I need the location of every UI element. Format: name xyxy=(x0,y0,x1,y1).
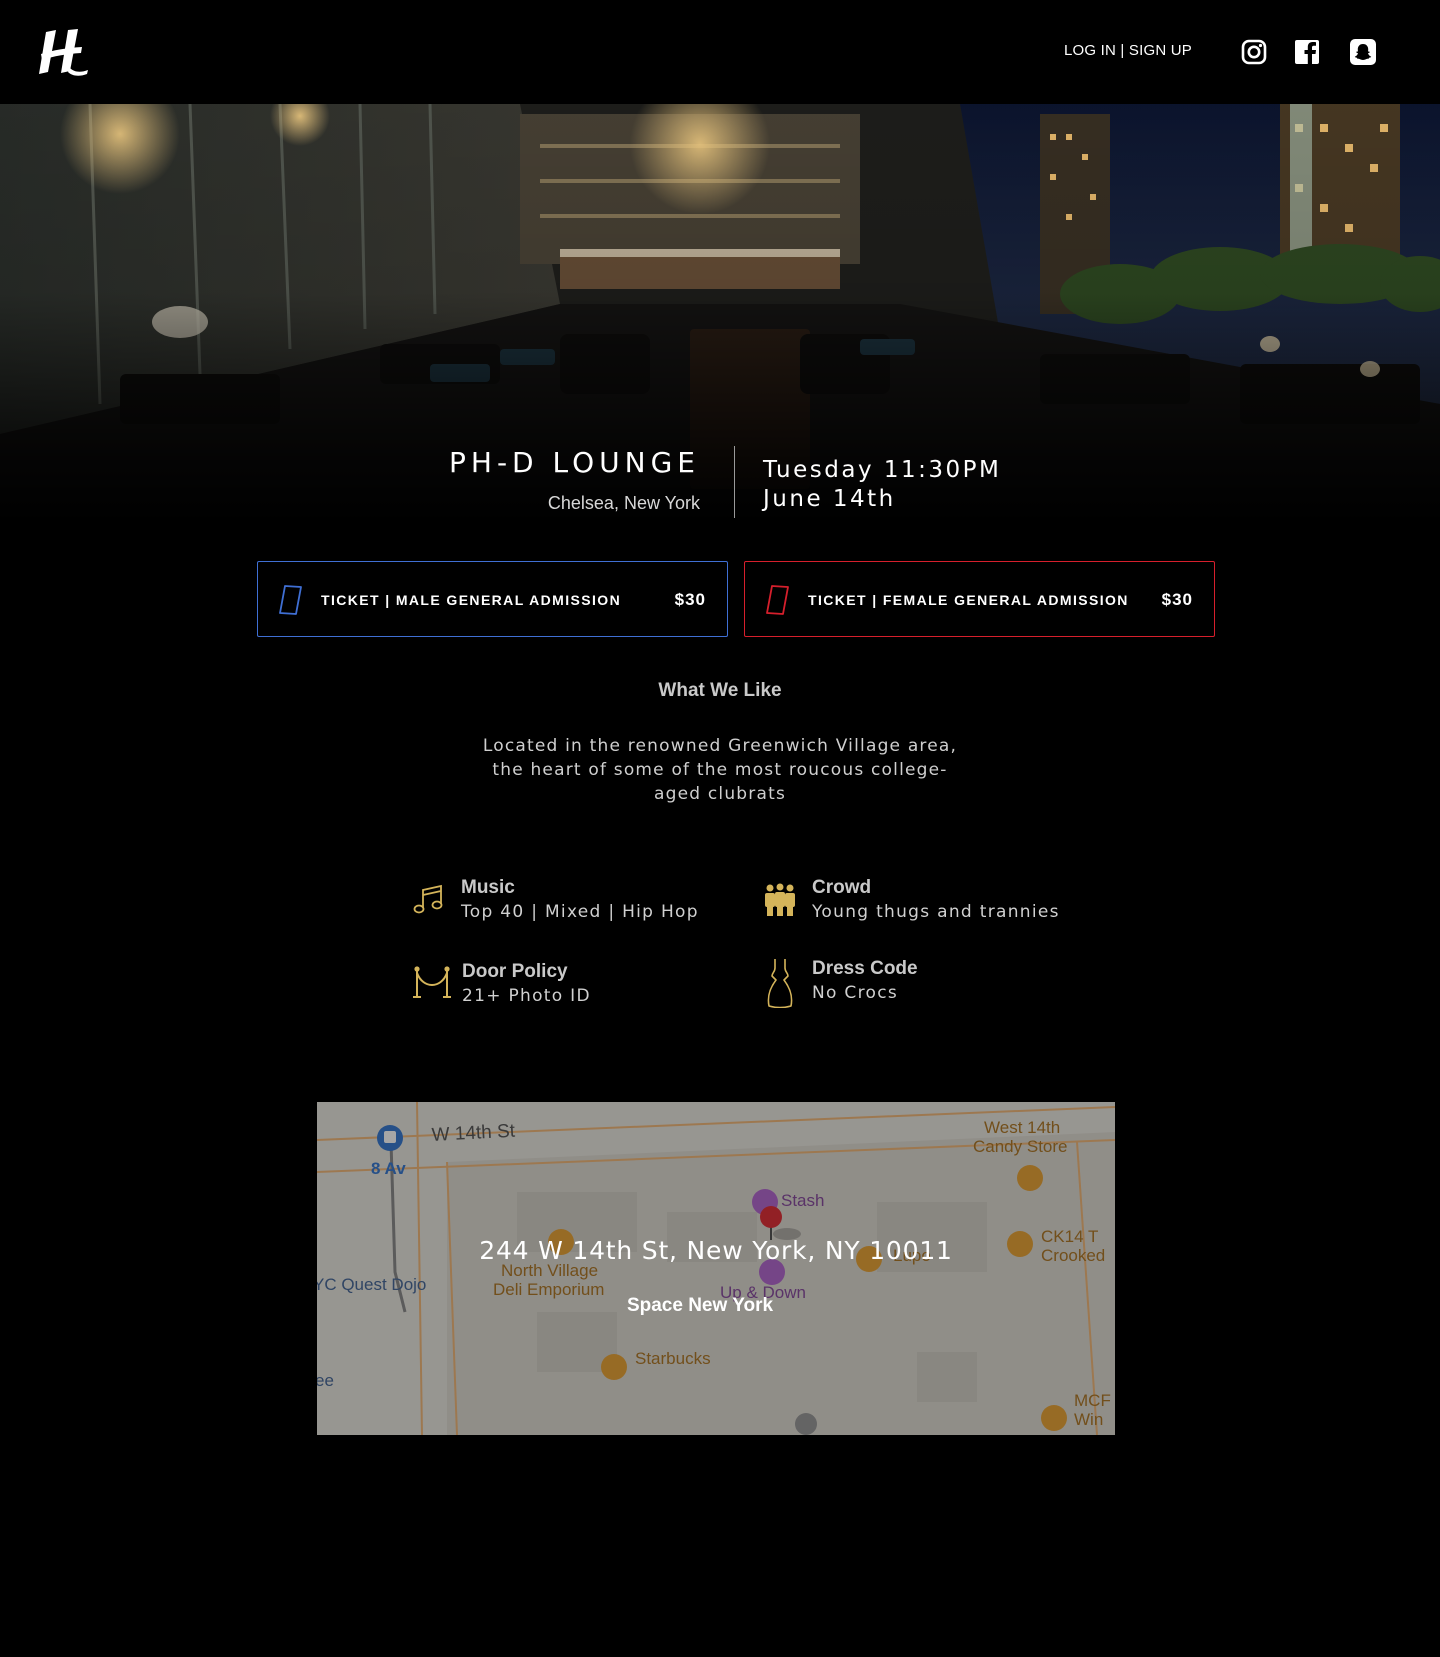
hero-banner xyxy=(0,104,1440,524)
snapchat-icon[interactable] xyxy=(1349,38,1377,66)
female-ticket-button[interactable]: TICKET | FEMALE GENERAL ADMISSION $30 xyxy=(744,561,1215,637)
event-datetime: Tuesday 11:30PM June 14th xyxy=(763,456,1001,514)
what-we-like-title: What We Like xyxy=(658,680,782,701)
instagram-icon[interactable] xyxy=(1240,38,1268,66)
feature-title: Door Policy xyxy=(462,961,568,982)
what-we-like-description: Located in the renowned Greenwich Villag… xyxy=(482,736,958,804)
dress-icon xyxy=(767,959,793,1008)
map-overlay xyxy=(317,1102,1115,1435)
ticket-label: TICKET | FEMALE GENERAL ADMISSION xyxy=(808,592,1129,608)
feature-value: Top 40 | Mixed | Hip Hop xyxy=(461,902,699,922)
feature-value: Young thugs and trannies xyxy=(812,902,1060,922)
hero-gradient xyxy=(0,104,1440,524)
hero-divider xyxy=(734,446,735,518)
event-day-time: Tuesday 11:30PM xyxy=(763,457,1002,483)
location-map[interactable]: 8 Av W 14th St West 14th Candy Store Nor… xyxy=(317,1102,1115,1435)
ticket-icon xyxy=(766,585,789,615)
venue-location: Chelsea, New York xyxy=(547,493,700,513)
map-address: 244 W 14th St, New York, NY 10011 xyxy=(479,1236,953,1265)
feature-title: Music xyxy=(461,877,515,898)
ticket-price: $30 xyxy=(674,590,706,609)
crowd-icon xyxy=(765,883,795,916)
venue-info: PH-D LOUNGE Chelsea, New York xyxy=(360,446,700,514)
ticket-icon xyxy=(279,585,302,615)
map-venue-name: Space New York xyxy=(626,1295,774,1316)
feature-value: No Crocs xyxy=(812,983,899,1003)
logo-icon[interactable] xyxy=(36,24,92,80)
velvet-rope-icon xyxy=(413,966,451,998)
login-signup-link[interactable]: LOG IN | SIGN UP xyxy=(1064,42,1192,59)
venue-name: PH-D LOUNGE xyxy=(449,446,700,479)
facebook-icon[interactable] xyxy=(1293,38,1321,66)
site-header: LOG IN | SIGN UP xyxy=(0,0,1440,104)
event-date: June 14th xyxy=(763,486,896,512)
ticket-label: TICKET | MALE GENERAL ADMISSION xyxy=(321,592,622,608)
male-ticket-button[interactable]: TICKET | MALE GENERAL ADMISSION $30 xyxy=(257,561,728,637)
feature-title: Crowd xyxy=(812,877,872,898)
music-note-icon xyxy=(413,884,443,914)
feature-value: 21+ Photo ID xyxy=(462,986,591,1006)
ticket-price: $30 xyxy=(1161,590,1193,609)
feature-title: Dress Code xyxy=(812,958,918,979)
